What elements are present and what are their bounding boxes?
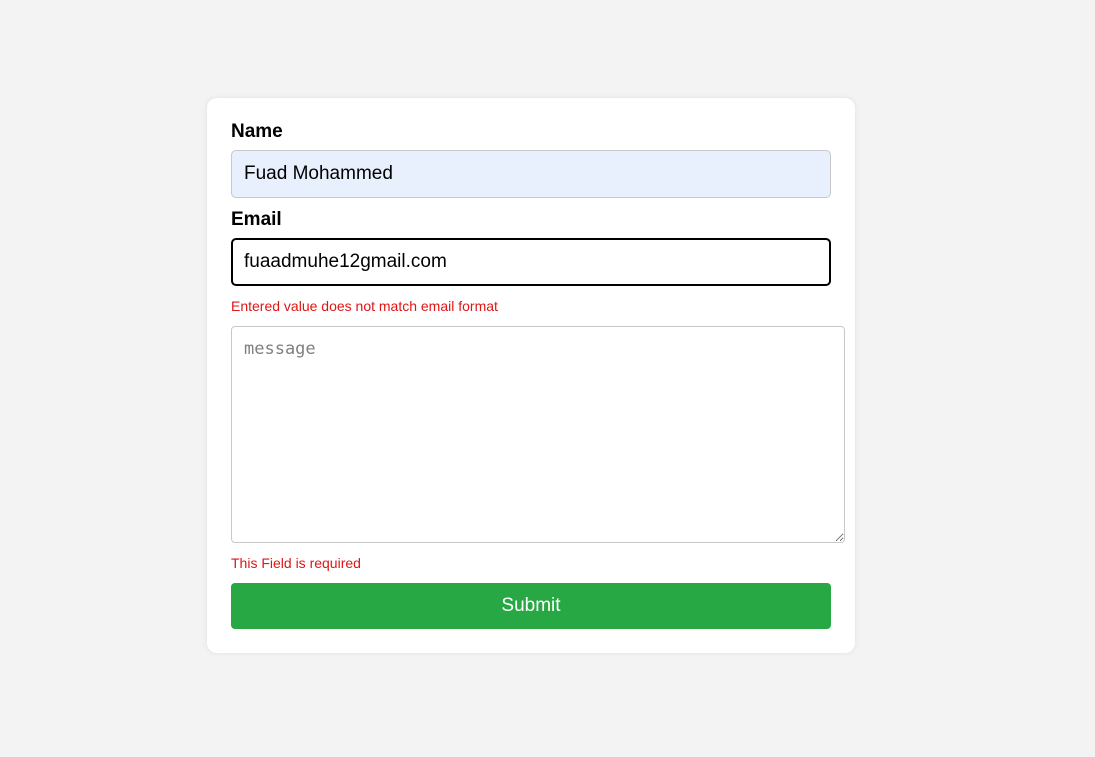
message-error-message: This Field is required <box>231 555 361 571</box>
email-error-message: Entered value does not match email forma… <box>231 298 498 314</box>
name-label: Name <box>231 121 283 142</box>
message-textarea[interactable] <box>231 326 845 543</box>
email-input[interactable] <box>231 238 831 286</box>
email-label: Email <box>231 209 282 230</box>
name-input[interactable] <box>231 150 831 198</box>
contact-form-card: Name Email Entered value does not match … <box>207 98 855 653</box>
submit-button[interactable]: Submit <box>231 583 831 629</box>
